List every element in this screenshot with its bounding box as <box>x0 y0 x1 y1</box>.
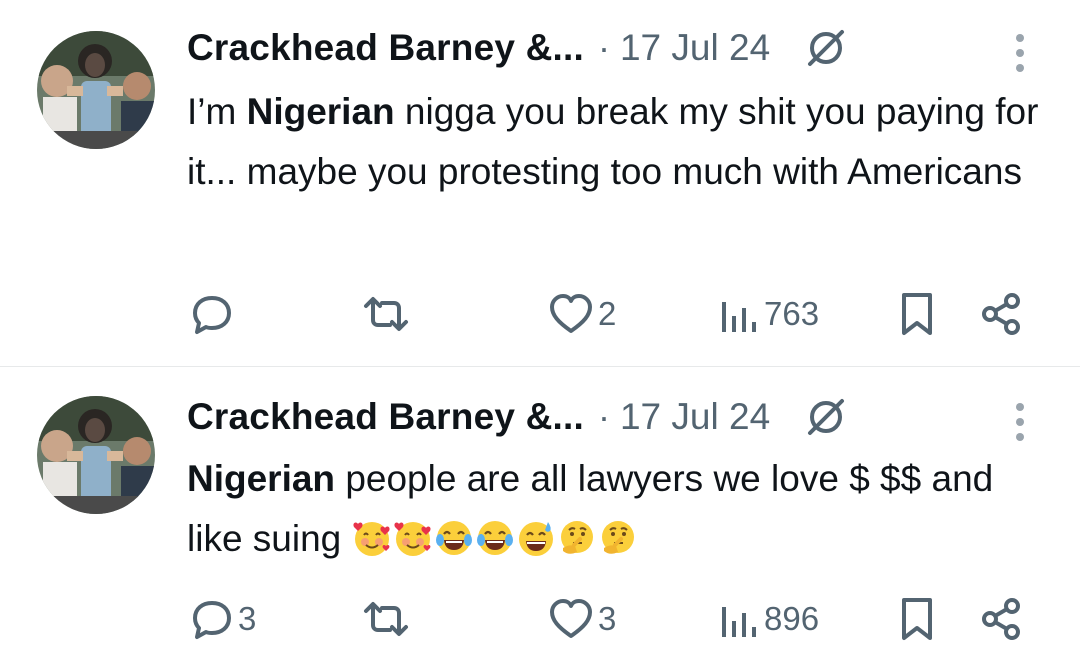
separator-dot: · <box>597 27 610 68</box>
avatar[interactable] <box>37 31 155 149</box>
separator-dot: · <box>597 396 610 437</box>
view-count: 896 <box>764 600 820 637</box>
grinning-face-with-sweat-emoji <box>516 516 556 556</box>
thinking-face-emoji <box>598 516 638 556</box>
bookmark-button[interactable] <box>898 589 936 649</box>
face-with-tears-of-joy-emoji <box>434 516 474 556</box>
text-bold: Nigerian <box>187 458 336 499</box>
tweet-header: Crackhead Barney &... · 17 Jul 24 <box>187 392 852 442</box>
tweet-header: Crackhead Barney &... · 17 Jul 24 <box>187 23 852 73</box>
repost-button[interactable] <box>360 284 416 344</box>
reply-icon <box>193 296 231 334</box>
like-icon <box>550 294 592 333</box>
action-bar: 3 3 896 <box>0 589 1080 649</box>
author-name[interactable]: Crackhead Barney &... <box>187 27 584 69</box>
tweet-date[interactable]: 17 Jul 24 <box>620 27 770 69</box>
more-icon[interactable] <box>1008 397 1032 447</box>
bookmark-button[interactable] <box>898 284 936 344</box>
action-bar: 2 763 <box>0 284 1080 344</box>
tweet-date[interactable]: 17 Jul 24 <box>620 396 770 438</box>
text-bold: Nigerian <box>246 91 395 132</box>
share-button[interactable] <box>978 284 1024 344</box>
smiling-face-with-hearts-emoji <box>393 516 433 556</box>
grok-icon[interactable] <box>800 22 852 74</box>
smiling-face-with-hearts-emoji <box>352 516 392 556</box>
reply-count: 3 <box>238 600 257 637</box>
text-part: I’m <box>187 91 247 132</box>
tweet-text: Nigerian people are all lawyers we love … <box>187 449 1047 569</box>
tweet-text: I’m Nigerian nigga you break my shit you… <box>187 82 1047 202</box>
repost-button[interactable] <box>360 589 416 649</box>
views-button[interactable]: 896 <box>718 589 819 649</box>
author-name[interactable]: Crackhead Barney &... <box>187 396 584 438</box>
views-button[interactable]: 763 <box>718 284 819 344</box>
like-count: 2 <box>598 295 617 332</box>
reply-button[interactable] <box>190 284 238 344</box>
face-with-tears-of-joy-emoji <box>475 516 515 556</box>
avatar[interactable] <box>37 396 155 514</box>
like-button[interactable]: 2 <box>548 284 616 344</box>
share-icon <box>982 598 1020 640</box>
grok-icon[interactable] <box>800 391 852 443</box>
like-icon <box>550 599 592 638</box>
reply-icon <box>193 601 231 639</box>
bookmark-icon <box>902 598 932 640</box>
more-icon[interactable] <box>1008 28 1032 78</box>
views-icon <box>722 302 756 332</box>
like-button[interactable]: 3 <box>548 589 616 649</box>
view-count: 763 <box>764 295 820 332</box>
like-count: 3 <box>598 600 617 637</box>
tweet[interactable]: Crackhead Barney &... · 17 Jul 24 I’m Ni… <box>0 0 1080 366</box>
share-icon <box>982 293 1020 335</box>
repost-icon <box>364 602 408 636</box>
tweet[interactable]: Crackhead Barney &... · 17 Jul 24 Nigeri… <box>0 367 1080 643</box>
thinking-face-emoji <box>557 516 597 556</box>
emoji-row <box>352 518 639 559</box>
views-icon <box>722 607 756 637</box>
reply-button[interactable]: 3 <box>190 589 256 649</box>
bookmark-icon <box>902 293 932 335</box>
share-button[interactable] <box>978 589 1024 649</box>
repost-icon <box>364 297 408 331</box>
